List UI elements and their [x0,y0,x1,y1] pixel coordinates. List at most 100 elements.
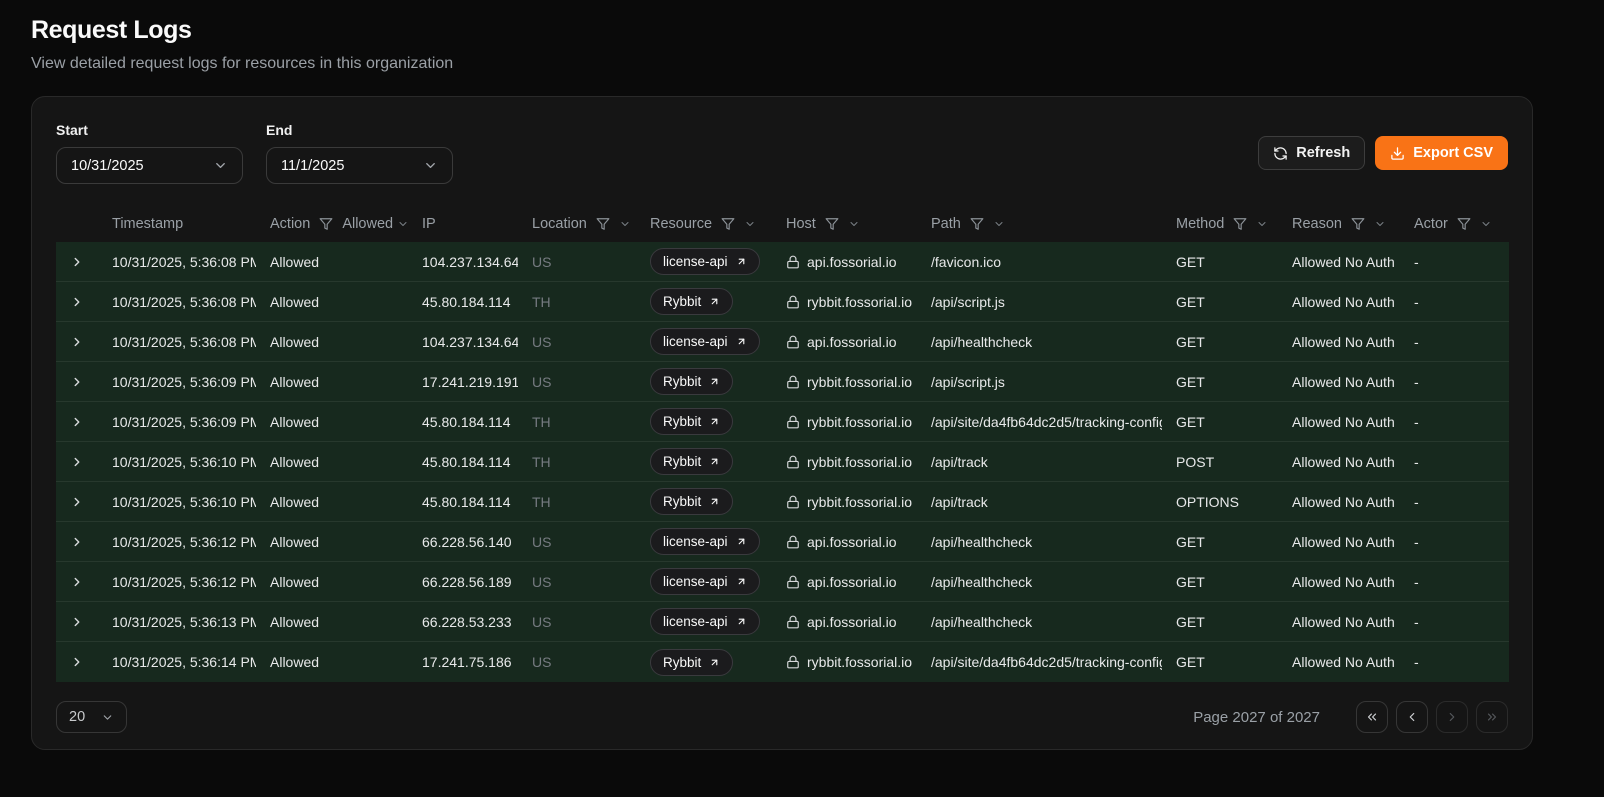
resource-name: Rybbit [663,655,701,670]
last-page-button[interactable] [1476,701,1508,733]
external-link-icon [736,616,747,627]
method-cell: GET [1162,534,1278,550]
resource-link[interactable]: Rybbit [650,368,733,395]
chevron-down-icon[interactable] [1480,218,1492,230]
filter-funnel-icon[interactable] [596,217,610,231]
chevrons-right-icon [1485,710,1499,724]
expand-row-button[interactable] [70,535,84,549]
expand-cell [56,535,98,549]
filter-funnel-icon[interactable] [319,217,333,231]
lock-icon [786,575,800,589]
ip-cell: 66.228.53.233 [408,614,518,630]
chevron-down-icon[interactable] [1374,218,1386,230]
chevron-down-icon[interactable] [619,218,631,230]
timestamp-cell: 10/31/2025, 5:36:08 PM [98,294,256,310]
reason-cell: Allowed No Auth [1278,614,1400,630]
host-name: rybbit.fossorial.io [807,414,912,430]
method-cell: GET [1162,654,1278,670]
chevron-down-icon[interactable] [848,218,860,230]
lock-icon [786,415,800,429]
refresh-icon [1273,146,1288,161]
host-cell: rybbit.fossorial.io [772,494,917,510]
expand-row-button[interactable] [70,375,84,389]
header-actor: Actor [1400,216,1509,232]
logs-card: Start 10/31/2025 End 11/1/2025 [31,96,1533,750]
location-cell: US [518,614,636,630]
resource-link[interactable]: Rybbit [650,649,733,676]
end-date-group: End 11/1/2025 [266,122,453,184]
filter-funnel-icon[interactable] [1351,217,1365,231]
action-filter-value[interactable]: Allowed [342,216,393,232]
end-date-select[interactable]: 11/1/2025 [266,147,453,184]
filter-funnel-icon[interactable] [1233,217,1247,231]
table-row: 10/31/2025, 5:36:12 PM Allowed 66.228.56… [56,562,1509,602]
action-cell: Allowed [256,534,408,550]
resource-link[interactable]: license-api [650,608,760,635]
table-row: 10/31/2025, 5:36:10 PM Allowed 45.80.184… [56,482,1509,522]
start-date-select[interactable]: 10/31/2025 [56,147,243,184]
timestamp-cell: 10/31/2025, 5:36:12 PM [98,534,256,550]
refresh-button[interactable]: Refresh [1258,136,1365,170]
ip-cell: 17.241.75.186 [408,654,518,670]
table-row: 10/31/2025, 5:36:13 PM Allowed 66.228.53… [56,602,1509,642]
resource-link[interactable]: Rybbit [650,488,733,515]
lock-icon [786,655,800,669]
request-log-table: Timestamp Action Allowed IP Location [56,206,1509,682]
expand-row-button[interactable] [70,415,84,429]
resource-name: license-api [663,254,728,269]
expand-row-button[interactable] [70,615,84,629]
expand-row-button[interactable] [70,255,84,269]
expand-row-button[interactable] [70,455,84,469]
ip-cell: 104.237.134.64 [408,254,518,270]
chevron-down-icon[interactable] [744,218,756,230]
action-cell: Allowed [256,334,408,350]
expand-cell [56,335,98,349]
table-row: 10/31/2025, 5:36:08 PM Allowed 45.80.184… [56,282,1509,322]
expand-row-button[interactable] [70,655,84,669]
lock-icon [786,535,800,549]
external-link-icon [736,576,747,587]
page-size-select[interactable]: 20 [56,701,127,733]
filter-funnel-icon[interactable] [721,217,735,231]
resource-link[interactable]: Rybbit [650,288,733,315]
resource-link[interactable]: Rybbit [650,408,733,435]
external-link-icon [709,296,720,307]
filter-funnel-icon[interactable] [1457,217,1471,231]
actor-cell: - [1400,374,1509,390]
chevron-down-icon[interactable] [993,218,1005,230]
external-link-icon [709,657,720,668]
header-reason: Reason [1278,216,1400,232]
controls-row: Start 10/31/2025 End 11/1/2025 [56,122,1508,184]
resource-link[interactable]: license-api [650,328,760,355]
lock-icon [786,615,800,629]
resource-cell: license-api [636,528,772,555]
timestamp-cell: 10/31/2025, 5:36:10 PM [98,494,256,510]
expand-row-button[interactable] [70,335,84,349]
host-name: rybbit.fossorial.io [807,374,912,390]
actor-cell: - [1400,494,1509,510]
first-page-button[interactable] [1356,701,1388,733]
timestamp-cell: 10/31/2025, 5:36:08 PM [98,334,256,350]
timestamp-cell: 10/31/2025, 5:36:12 PM [98,574,256,590]
resource-link[interactable]: license-api [650,248,760,275]
resource-link[interactable]: license-api [650,528,760,555]
filter-funnel-icon[interactable] [970,217,984,231]
method-cell: GET [1162,294,1278,310]
expand-cell [56,455,98,469]
header-location-label: Location [532,216,587,232]
expand-row-button[interactable] [70,575,84,589]
resource-link[interactable]: Rybbit [650,448,733,475]
reason-cell: Allowed No Auth [1278,654,1400,670]
expand-row-button[interactable] [70,295,84,309]
export-csv-button[interactable]: Export CSV [1375,136,1508,170]
next-page-button[interactable] [1436,701,1468,733]
resource-name: Rybbit [663,454,701,469]
table-row: 10/31/2025, 5:36:08 PM Allowed 104.237.1… [56,242,1509,282]
resource-link[interactable]: license-api [650,568,760,595]
previous-page-button[interactable] [1396,701,1428,733]
resource-name: license-api [663,614,728,629]
chevron-down-icon[interactable] [1256,218,1268,230]
expand-row-button[interactable] [70,495,84,509]
filter-funnel-icon[interactable] [825,217,839,231]
table-row: 10/31/2025, 5:36:10 PM Allowed 45.80.184… [56,442,1509,482]
